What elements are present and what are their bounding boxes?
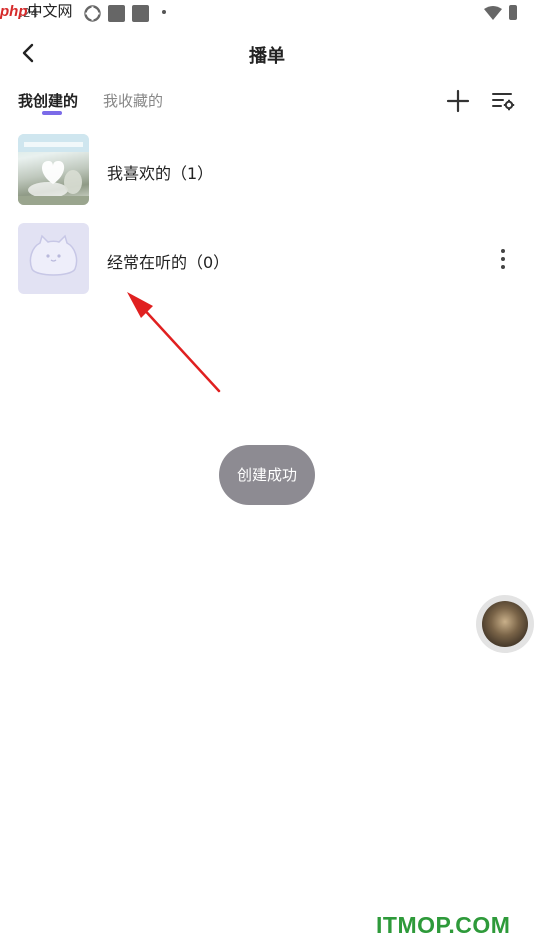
playlist-item[interactable]: 我喜欢的（1） [0, 130, 534, 210]
status-bar: :24 php中文网 [0, 0, 534, 26]
more-options-icon[interactable] [490, 244, 516, 274]
notification-app-icon [132, 5, 149, 22]
cover-artwork [18, 134, 89, 205]
add-playlist-button[interactable] [445, 88, 471, 114]
tabs-row: 我创建的 我收藏的 [0, 80, 534, 120]
playlist-item[interactable]: 经常在听的（0） [0, 219, 534, 299]
manage-playlists-icon[interactable] [490, 88, 516, 114]
now-playing-album-art [482, 601, 528, 647]
playlist-cover-image [18, 134, 89, 205]
mini-player-button[interactable] [476, 595, 534, 653]
toast-message: 创建成功 [219, 445, 315, 505]
active-tab-indicator [42, 111, 62, 115]
playlist-name: 经常在听的（0） [107, 253, 230, 272]
app-header: 播单 [0, 30, 534, 76]
playlist-name: 我喜欢的（1） [107, 164, 214, 183]
tab-my-collected[interactable]: 我收藏的 [103, 90, 163, 111]
tab-my-created[interactable]: 我创建的 [18, 90, 78, 111]
wifi-icon [484, 6, 502, 20]
cat-placeholder-icon [29, 234, 78, 276]
battery-icon [509, 5, 517, 20]
more-notifications-dot [162, 10, 166, 14]
site-watermark: ITMOP.COM [376, 912, 511, 938]
notification-icon [84, 5, 101, 22]
notification-app-icon [108, 5, 125, 22]
page-title: 播单 [249, 46, 285, 67]
playlist-cover-default [18, 223, 89, 294]
php-watermark-logo: php中文网 [0, 3, 73, 20]
